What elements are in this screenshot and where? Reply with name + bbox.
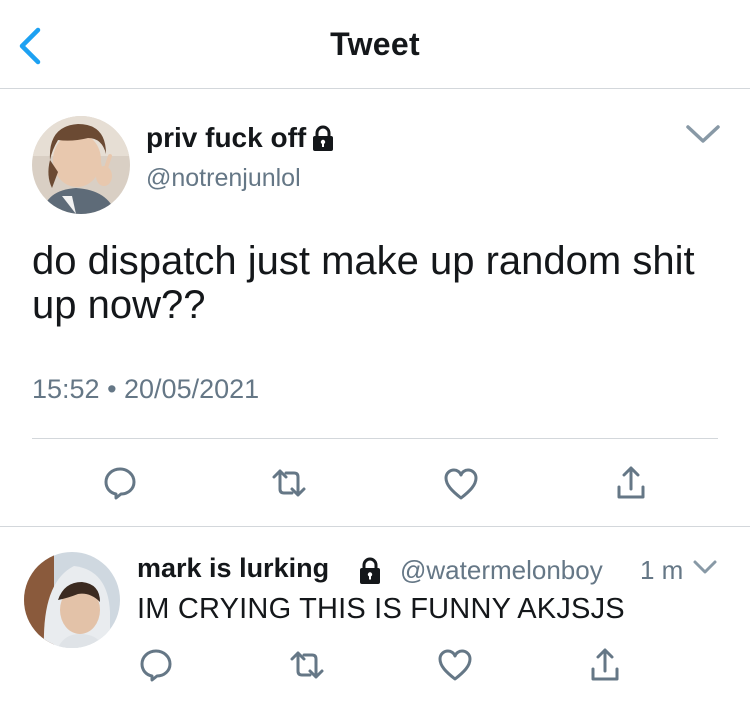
chevron-down-icon — [693, 560, 717, 574]
lock-icon — [360, 557, 380, 584]
tweet-timestamp: 15:52 • 20/05/2021 — [32, 374, 260, 404]
retweet-icon — [290, 651, 324, 679]
main-tweet: priv fuck off @notrenjunlol do dispatch … — [0, 89, 750, 527]
reply-text: IM CRYING THIS IS FUNNY AKJSJS — [137, 593, 625, 625]
reply-button[interactable] — [138, 647, 174, 683]
reply-icon — [140, 649, 172, 682]
reply-author-handle[interactable]: @watermelonboy — [400, 555, 603, 586]
top-bar: Tweet — [0, 0, 750, 89]
retweet-button[interactable] — [270, 467, 308, 499]
page-title: Tweet — [330, 26, 420, 62]
heart-icon — [444, 468, 478, 500]
tweet-author-handle[interactable]: @notrenjunlol — [146, 164, 301, 193]
reply-options-button[interactable] — [692, 557, 718, 579]
avatar[interactable] — [32, 116, 130, 214]
like-button[interactable] — [442, 467, 480, 501]
retweet-button[interactable] — [288, 649, 326, 681]
divider — [32, 438, 718, 439]
lock-icon — [313, 125, 334, 151]
reply-timestamp: 1 m — [640, 555, 684, 585]
reply-icon — [104, 467, 136, 500]
share-button[interactable] — [590, 647, 620, 683]
tweet-author-name[interactable]: priv fuck off — [146, 122, 337, 154]
retweet-icon — [272, 469, 306, 497]
like-button[interactable] — [436, 648, 474, 682]
author-name-text: priv fuck off — [146, 122, 307, 153]
reply-avatar[interactable] — [24, 552, 120, 648]
share-icon — [591, 648, 619, 681]
share-icon — [617, 466, 645, 499]
reply-button[interactable] — [102, 465, 138, 501]
tweet-text: do dispatch just make up random shit up … — [32, 239, 695, 327]
reply-tweet: mark is lurking @watermelonboy 1 m IM CR… — [0, 527, 750, 702]
share-button[interactable] — [616, 465, 646, 501]
heart-icon — [438, 649, 472, 681]
chevron-down-icon — [686, 125, 720, 143]
tweet-options-button[interactable] — [684, 121, 722, 147]
reply-author-name[interactable]: mark is lurking — [137, 553, 329, 584]
